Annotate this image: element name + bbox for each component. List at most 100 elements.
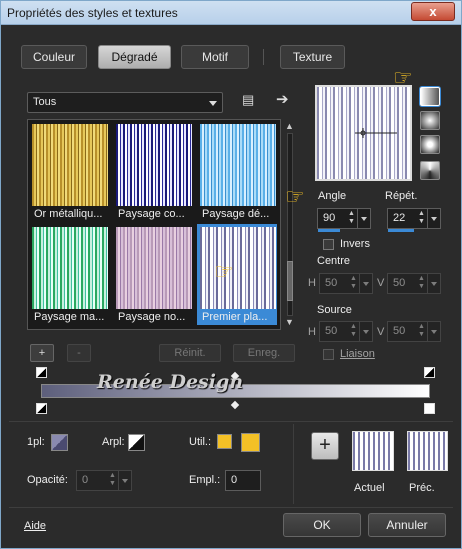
- spin-arrows-icon[interactable]: ▲ ▼: [348, 210, 356, 226]
- current-swatch[interactable]: [352, 431, 394, 471]
- opacity-label: Opacité:: [27, 474, 68, 486]
- scroll-thumb[interactable]: [287, 261, 293, 301]
- radial-gradient-type-button[interactable]: [420, 135, 440, 154]
- repeat-spinner[interactable]: 22 ▲ ▼: [387, 208, 441, 232]
- spin-arrows-icon[interactable]: ▲ ▼: [418, 210, 426, 226]
- remove-button[interactable]: -: [67, 344, 91, 362]
- dropdown-icon[interactable]: [357, 209, 370, 228]
- spin-arrows-icon[interactable]: ▲ ▼: [418, 323, 426, 339]
- item-label: Paysage dé...: [202, 208, 270, 220]
- center-h-value: 50: [325, 277, 338, 289]
- gradient-swatch: [116, 227, 192, 309]
- gradient-preview: [315, 85, 412, 181]
- center-v-spinner[interactable]: 50 ▲ ▼: [387, 273, 441, 294]
- angle-handle-icon[interactable]: [317, 87, 410, 179]
- dropdown-icon[interactable]: [427, 209, 440, 228]
- ok-button[interactable]: OK: [283, 513, 361, 537]
- repeat-value: 22: [393, 212, 406, 224]
- link-checkbox[interactable]: [323, 349, 334, 360]
- source-v-value: 50: [393, 325, 406, 337]
- link-label: Liaison: [340, 348, 375, 360]
- empl-value: 0: [231, 474, 238, 486]
- util-color-swatch-1[interactable]: [217, 434, 232, 449]
- angle-spinner[interactable]: 90 ▲ ▼: [317, 208, 371, 232]
- category-select[interactable]: Tous: [27, 92, 223, 113]
- gallery-item[interactable]: Paysage no...: [113, 224, 193, 325]
- tab-couleur[interactable]: Couleur: [21, 45, 87, 69]
- angle-value: 90: [323, 212, 336, 224]
- gradient-stop-end-bottom[interactable]: [424, 403, 435, 414]
- add-plus-icon[interactable]: +: [311, 432, 339, 460]
- source-h-spinner[interactable]: 50 ▲ ▼: [319, 321, 373, 342]
- linear-gradient-type-button[interactable]: [420, 87, 440, 106]
- dialog-window: Propriétés des styles et textures x Coul…: [0, 0, 462, 549]
- gallery-item-selected[interactable]: Premier pla...: [197, 224, 277, 325]
- gradient-swatch: [32, 124, 108, 206]
- spin-arrows-icon[interactable]: ▲ ▼: [418, 275, 426, 291]
- item-label: Paysage ma...: [34, 311, 105, 323]
- add-button[interactable]: +: [30, 344, 54, 362]
- save-button[interactable]: Enreg.: [233, 344, 295, 362]
- gradient-stop-start-bottom[interactable]: [36, 403, 47, 414]
- dropdown-icon[interactable]: [427, 322, 440, 341]
- source-h-value: 50: [325, 325, 338, 337]
- gradient-swatch: [116, 124, 192, 206]
- empl-label: Empl.:: [189, 474, 221, 486]
- dropdown-icon[interactable]: [427, 274, 440, 293]
- dropdown-icon[interactable]: [359, 322, 372, 341]
- previous-swatch[interactable]: [407, 431, 448, 471]
- foreground-gradient-swatch[interactable]: [51, 434, 68, 451]
- dropdown-icon[interactable]: [118, 471, 131, 490]
- opacity-spinner[interactable]: 0 ▲ ▼: [76, 470, 132, 491]
- document-icon[interactable]: ▤: [242, 92, 254, 108]
- fg-label: 1pl:: [27, 436, 45, 448]
- invert-label: Invers: [340, 238, 370, 250]
- spin-arrows-icon[interactable]: ▲ ▼: [109, 472, 117, 488]
- current-label: Actuel: [354, 482, 385, 494]
- chevron-down-icon: [209, 101, 217, 106]
- empl-field[interactable]: 0: [225, 470, 261, 491]
- pointing-hand-icon: ☞: [214, 259, 234, 284]
- gallery-scrollbar[interactable]: ▲ ▼: [284, 119, 296, 330]
- center-label: Centre: [317, 255, 351, 267]
- spin-arrows-icon[interactable]: ▲ ▼: [350, 323, 358, 339]
- title-bar: Propriétés des styles et textures x: [1, 1, 461, 25]
- sunburst-gradient-type-button[interactable]: [420, 161, 440, 180]
- gradient-stop-end-top[interactable]: [424, 367, 435, 378]
- gallery-item[interactable]: Paysage dé...: [197, 121, 277, 222]
- rectangular-gradient-type-button[interactable]: [420, 111, 440, 130]
- scroll-down-icon[interactable]: ▼: [285, 317, 294, 327]
- angle-label: Angle: [318, 190, 347, 202]
- reset-button[interactable]: Réinit.: [159, 344, 221, 362]
- invert-checkbox[interactable]: [323, 239, 334, 250]
- arrow-right-icon[interactable]: ➔: [276, 90, 289, 108]
- spin-arrows-icon[interactable]: ▲ ▼: [350, 275, 358, 291]
- center-h-label: H: [308, 277, 316, 289]
- cancel-button[interactable]: Annuler: [368, 513, 446, 537]
- util-color-swatch-2[interactable]: [241, 433, 260, 452]
- background-gradient-swatch[interactable]: [128, 434, 145, 451]
- tab-motif[interactable]: Motif: [181, 45, 249, 69]
- gallery-item[interactable]: Or métalliqu...: [29, 121, 109, 222]
- close-button[interactable]: x: [411, 2, 455, 21]
- previous-label: Préc.: [409, 482, 435, 494]
- tab-texture[interactable]: Texture: [280, 45, 345, 69]
- help-link[interactable]: Aide: [24, 520, 46, 532]
- scroll-up-icon[interactable]: ▲: [285, 121, 294, 131]
- item-label: Paysage no...: [118, 311, 186, 323]
- source-h-label: H: [308, 326, 316, 338]
- repeat-label: Répét.: [385, 190, 418, 202]
- source-v-spinner[interactable]: 50 ▲ ▼: [387, 321, 441, 342]
- gradient-swatch: [200, 227, 276, 309]
- midpoint-diamond-bottom[interactable]: [230, 400, 240, 410]
- center-v-label: V: [377, 277, 385, 289]
- divider: [9, 507, 453, 508]
- tab-degrade[interactable]: Dégradé: [98, 45, 171, 69]
- gallery-item[interactable]: Paysage ma...: [29, 224, 109, 325]
- gallery-item[interactable]: Paysage co...: [113, 121, 193, 222]
- center-h-spinner[interactable]: 50 ▲ ▼: [319, 273, 373, 294]
- dropdown-icon[interactable]: [359, 274, 372, 293]
- source-v-label: V: [377, 326, 385, 338]
- bg-label: Arpl:: [102, 436, 125, 448]
- gradient-stop-start-top[interactable]: [36, 367, 47, 378]
